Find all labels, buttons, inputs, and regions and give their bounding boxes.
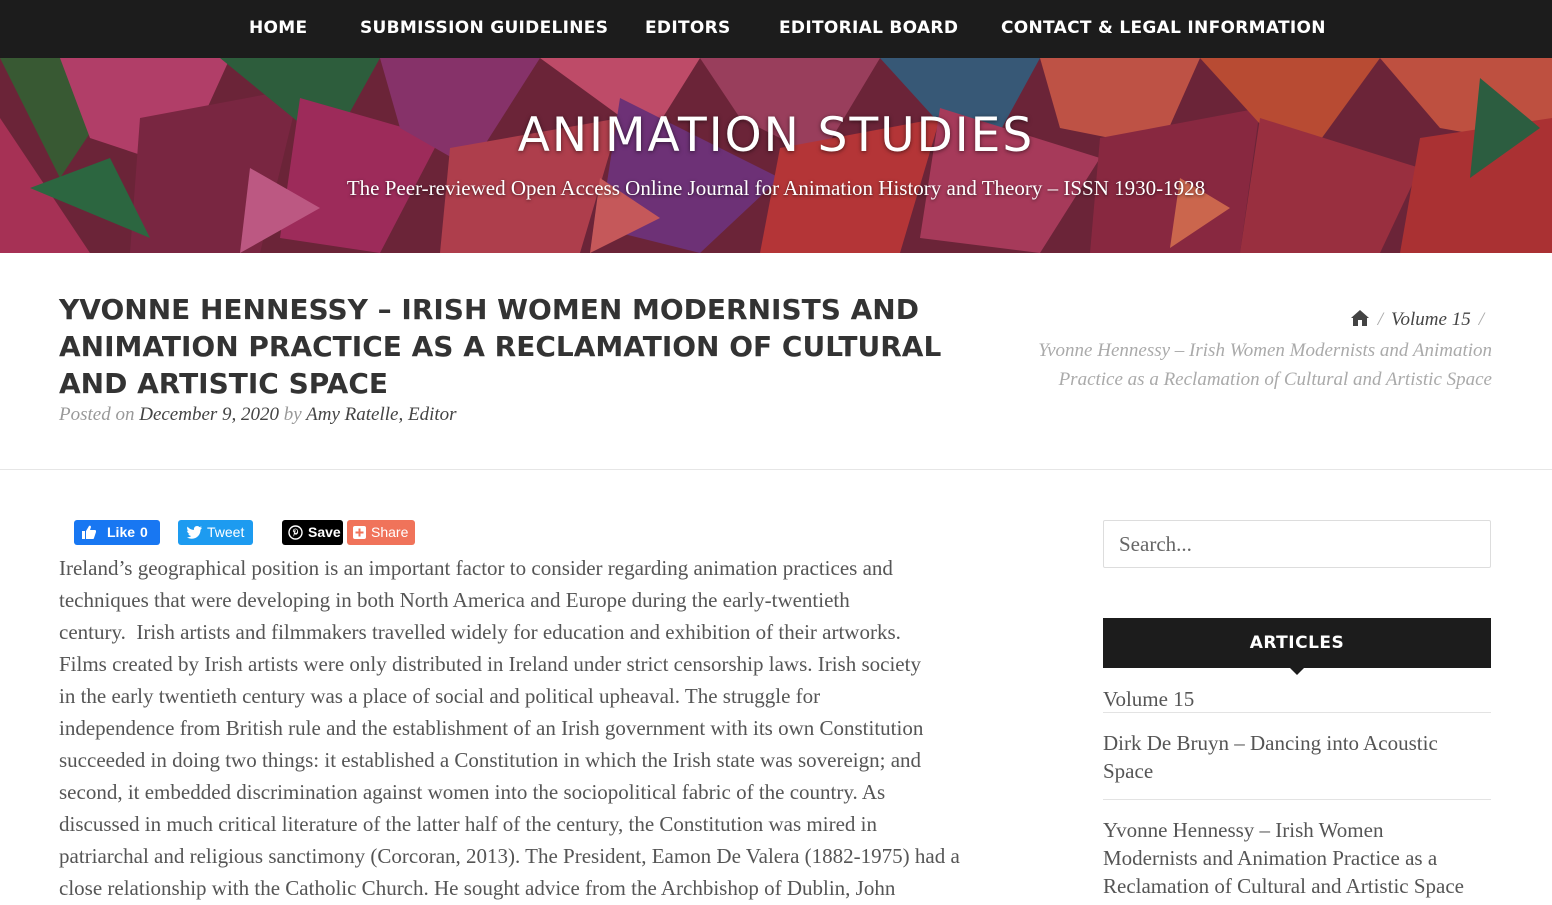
top-navigation: HOME SUBMISSION GUIDELINES EDITORS EDITO…: [0, 0, 1552, 58]
addthis-share-button[interactable]: Share: [347, 520, 415, 545]
article-link-line: Space: [1103, 759, 1154, 783]
articles-widget-title: ARTICLES: [1103, 618, 1491, 675]
nav-contact-legal[interactable]: CONTACT & LEGAL INFORMATION: [1001, 0, 1326, 58]
article-body: Ireland’s geographical position is an im…: [59, 552, 1034, 904]
article-line: in the early twentieth century was a pla…: [59, 684, 821, 708]
breadcrumb-current: Yvonne Hennessy – Irish Women Modernists…: [1038, 340, 1492, 390]
thumbs-up-icon: [82, 525, 96, 539]
page-title: YVONNE HENNESSY – IRISH WOMEN MODERNISTS…: [59, 293, 942, 400]
article-line: discussed in much critical literature of…: [59, 812, 877, 836]
post-header: YVONNE HENNESSY – IRISH WOMEN MODERNISTS…: [0, 253, 1552, 470]
nav-editors[interactable]: EDITORS: [645, 0, 731, 58]
nav-home[interactable]: HOME: [249, 0, 307, 58]
nav-submission-guidelines[interactable]: SUBMISSION GUIDELINES: [360, 0, 608, 58]
article-link-line: Modernists and Animation Practice as a: [1103, 846, 1438, 870]
breadcrumb: / Volume 15 / Yvonne Hennessy – Irish Wome…: [1032, 305, 1492, 394]
article-line: Films created by Irish artists were only…: [59, 652, 921, 676]
sidebar-article-hennessy[interactable]: Yvonne Hennessy – Irish Women Modernists…: [1103, 816, 1491, 900]
article-line: second, it embedded discrimination again…: [59, 780, 886, 804]
breadcrumb-separator: /: [1377, 309, 1384, 330]
search-input[interactable]: [1103, 520, 1491, 568]
article-line: patriarchal and religious sanctimony (Co…: [59, 844, 960, 868]
post-meta: Posted on December 9, 2020 by Amy Ratell…: [59, 404, 457, 426]
pinterest-icon: [288, 525, 303, 540]
articles-widget-label: ARTICLES: [1249, 633, 1345, 653]
by-label: by: [283, 404, 302, 425]
article-line: succeeded in doing two things: it establ…: [59, 748, 922, 772]
sidebar-article-volume-15[interactable]: Volume 15: [1103, 685, 1491, 713]
like-label: Like: [107, 524, 136, 540]
title-pointer: [1290, 668, 1304, 675]
article-line: independence from British rule and the e…: [59, 716, 924, 740]
nav-editorial-board[interactable]: EDITORIAL BOARD: [779, 0, 958, 58]
facebook-like-button[interactable]: Like 0: [74, 520, 160, 545]
sidebar-divider: [1103, 799, 1491, 800]
post-date-link[interactable]: December 9, 2020: [139, 404, 279, 425]
sidebar-article-de-bruyn[interactable]: Dirk De Bruyn – Dancing into Acoustic Sp…: [1103, 729, 1491, 785]
sidebar-divider: [1103, 712, 1491, 713]
posted-on-label: Posted on: [59, 404, 135, 425]
article-line: century. Irish artists and filmmakers tr…: [59, 620, 901, 644]
like-count: 0: [140, 524, 148, 540]
site-tagline: The Peer-reviewed Open Access Online Jou…: [346, 176, 1206, 200]
article-link-line: Reclamation of Cultural and Artistic Spa…: [1103, 874, 1464, 898]
save-label: Save: [308, 524, 341, 540]
twitter-bird-icon: [187, 526, 202, 539]
article-line: Ireland’s geographical position is an im…: [59, 556, 893, 580]
home-icon[interactable]: [1350, 307, 1370, 336]
article-link-line: Yvonne Hennessy – Irish Women: [1103, 818, 1384, 842]
article-link-line: Volume 15: [1103, 687, 1195, 711]
tweet-button[interactable]: Tweet: [178, 520, 253, 545]
article-link-line: Dirk De Bruyn – Dancing into Acoustic: [1103, 731, 1438, 755]
breadcrumb-separator: /: [1478, 309, 1484, 330]
article-line: close relationship with the Catholic Chu…: [59, 876, 896, 900]
share-label: Share: [371, 524, 409, 540]
pinterest-save-button[interactable]: Save: [282, 520, 343, 545]
tweet-label: Tweet: [207, 524, 245, 540]
article-line: techniques that were developing in both …: [59, 588, 850, 612]
post-author-link[interactable]: Amy Ratelle, Editor: [306, 404, 456, 425]
hero-banner: ANIMATION STUDIES The Peer-reviewed Open…: [0, 58, 1552, 253]
plus-icon: [353, 526, 366, 539]
breadcrumb-volume[interactable]: Volume 15: [1391, 309, 1471, 330]
site-title[interactable]: ANIMATION STUDIES: [0, 108, 1552, 163]
